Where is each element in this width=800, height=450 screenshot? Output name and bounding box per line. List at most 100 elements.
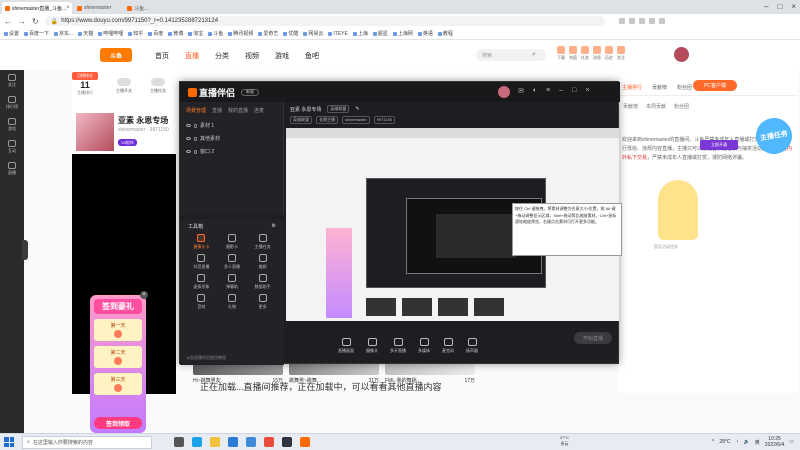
top-icon-button[interactable]: 充值 [569, 46, 577, 61]
bookmark-item[interactable]: 微博 [168, 30, 183, 37]
avatar[interactable] [674, 47, 689, 62]
bookmark-item[interactable]: 京东... [54, 30, 73, 37]
bookmark-item[interactable]: 天猫 [78, 30, 93, 37]
rail-item[interactable]: 游戏 [8, 118, 16, 132]
url-field[interactable]: 🔒 https://www.douyu.com/9971150?_r=0.141… [44, 16, 605, 26]
bookmark-item[interactable]: 淘宝 [188, 30, 203, 37]
bookmark-item[interactable]: 优酷 [283, 30, 298, 37]
folder-icon[interactable] [210, 437, 220, 447]
scene-tab[interactable]: 连麦 [254, 107, 264, 114]
rail-expand-handle[interactable] [22, 240, 28, 260]
tool-button[interactable]: 数据助手 [247, 274, 278, 290]
version-pill[interactable]: 新版 [241, 88, 260, 96]
gift-day[interactable]: 第三天 [94, 373, 142, 395]
room-tag[interactable]: shinemaster [342, 116, 370, 124]
avatar[interactable] [498, 86, 510, 98]
bookmark-item[interactable]: 英语 [417, 30, 433, 37]
edit-icon[interactable]: ✎ [355, 106, 359, 112]
right-tab[interactable]: 粉丝团 [677, 84, 692, 91]
tool-button[interactable]: 摄像头卡 [186, 234, 217, 250]
bookmark-item[interactable]: 哔哩哔哩 [98, 30, 123, 37]
bottom-tool-button[interactable]: 麦克风 [442, 337, 454, 354]
room-tag[interactable]: 9971150 [373, 116, 396, 124]
room-tag[interactable]: 长期主播 [316, 116, 338, 124]
volume-icon[interactable]: 🔈 [744, 439, 750, 445]
extension-icon[interactable] [648, 18, 655, 24]
scene-tab[interactable]: 场景管理 [186, 107, 206, 114]
nav-link[interactable]: 游戏 [275, 51, 289, 61]
close-window-icon[interactable]: × [791, 2, 796, 11]
bookmark-item[interactable]: 网易云 [303, 30, 323, 37]
maximize-icon[interactable]: □ [777, 2, 782, 11]
notification-icon[interactable]: ✉ [518, 87, 524, 95]
streamer-avatar[interactable] [76, 113, 114, 151]
top-icon-button[interactable]: 消息 [593, 46, 601, 61]
taskbar-search-input[interactable]: ⌕ 在这里输入你要搜索的内容 [22, 435, 152, 449]
claim-gift-button[interactable]: 签到领取 [94, 417, 142, 429]
windows-start-icon[interactable] [4, 437, 14, 447]
browser-tab-active[interactable]: shinemaster直播_斗鱼... × [2, 2, 72, 14]
input-language[interactable]: 英 [755, 439, 760, 446]
chrome-icon[interactable] [264, 437, 274, 447]
scene-tab[interactable]: 直播 [212, 107, 222, 114]
bottom-tool-button[interactable]: 多媒体 [418, 337, 430, 354]
douyu-logo[interactable]: 斗鱼 [100, 48, 132, 62]
tool-button[interactable]: 虚拟形象 [186, 274, 217, 290]
weather-widget[interactable]: 27°C 多云 [560, 435, 569, 447]
extension-icon[interactable] [638, 18, 645, 24]
lock-icon[interactable] [194, 149, 197, 154]
eye-icon[interactable] [186, 137, 191, 140]
bookmark-item[interactable]: 爱奇艺 [258, 30, 278, 37]
eye-icon[interactable] [186, 150, 191, 153]
edge-icon[interactable] [192, 437, 202, 447]
bottom-tool-button[interactable]: 多开直播 [390, 337, 406, 354]
menu-icon[interactable]: ≡ [546, 87, 550, 95]
room-tag[interactable]: 英雄联盟 [290, 116, 312, 124]
scene-item[interactable]: 其他素材 [180, 132, 283, 145]
pc-client-button[interactable]: PC客户端 [693, 80, 737, 91]
right-tab[interactable]: 贡献榜 [652, 84, 667, 91]
minimize-icon[interactable]: – [764, 2, 768, 11]
lock-icon[interactable] [194, 123, 197, 128]
category-tag[interactable]: 英雄联盟 [327, 105, 350, 113]
bookmark-item[interactable]: 上海 [352, 30, 368, 37]
tool-button[interactable]: 音效 [186, 294, 217, 310]
open-fan-button[interactable]: 立即开通 [700, 140, 738, 150]
scene-item[interactable]: 窗口 2 [180, 145, 283, 158]
tutorial-link[interactable]: 斗鱼直播伴侣使用教程 [186, 355, 226, 361]
bottom-tool-button[interactable]: 摄像头 [366, 337, 378, 354]
bookmark-item[interactable]: 斗鱼 [208, 30, 223, 37]
rail-item[interactable]: 直播 [8, 162, 16, 176]
nav-link[interactable]: 视频 [245, 51, 259, 61]
browser-tab[interactable]: 斗鱼... [124, 2, 172, 14]
gift-day[interactable]: 第一天 [94, 319, 142, 341]
scene-item[interactable]: 素材 1 [180, 119, 283, 132]
rank-box[interactable]: 月榜排名 11 主播排行 [72, 72, 98, 102]
store-icon[interactable] [228, 437, 238, 447]
rank-tab[interactable]: 本周贡献 [646, 103, 666, 110]
close-icon[interactable]: × [585, 87, 589, 95]
extension-icon[interactable] [618, 18, 625, 24]
bookmark-item[interactable]: 超星 [372, 30, 388, 37]
gift-day[interactable]: 第二天 [94, 346, 142, 368]
top-icon-button[interactable]: 下载 [557, 46, 565, 61]
chevron-up-icon[interactable]: ^ [712, 439, 714, 445]
rank-tab[interactable]: 粉丝团 [674, 103, 689, 110]
companion-badge[interactable]: V6陪伴 [118, 139, 137, 146]
close-icon[interactable]: × [140, 291, 148, 299]
start-live-button[interactable]: 开始直播 [574, 332, 612, 344]
tool-button[interactable]: 礼物 [217, 294, 248, 310]
reload-icon[interactable]: ↻ [32, 17, 39, 26]
bookmark-item[interactable]: ITEYE [328, 31, 348, 37]
settings-icon[interactable]: ⚙ [272, 223, 276, 230]
nav-link[interactable]: 鱼吧 [305, 51, 319, 61]
forward-icon[interactable]: → [18, 17, 26, 26]
maximize-icon[interactable]: □ [572, 87, 576, 95]
tool-button[interactable]: 更多 [247, 294, 278, 310]
bookmark-item[interactable]: 百度一下 [24, 30, 49, 37]
header-task-button[interactable]: 主播任务 [150, 78, 166, 94]
mail-icon[interactable] [246, 437, 256, 447]
notification-icon[interactable]: ▭ [789, 439, 794, 445]
skin-icon[interactable]: ◐ [533, 87, 537, 95]
close-icon[interactable]: × [66, 5, 70, 11]
